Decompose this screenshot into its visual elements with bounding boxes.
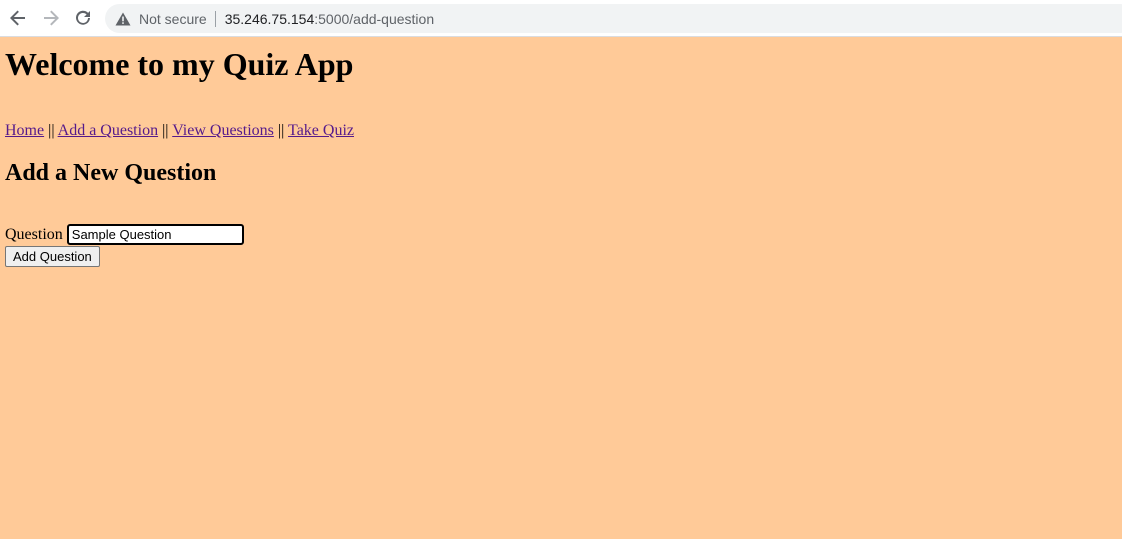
nav-link-take-quiz[interactable]: Take Quiz bbox=[288, 122, 354, 139]
warning-triangle-icon[interactable] bbox=[115, 11, 131, 27]
address-bar[interactable]: Not secure 35.246.75.154:5000/add-questi… bbox=[105, 4, 1122, 33]
question-row: Question bbox=[5, 224, 244, 245]
question-input[interactable] bbox=[66, 224, 244, 245]
address-divider bbox=[214, 10, 216, 27]
nav-separator: || bbox=[44, 122, 58, 139]
question-label: Question bbox=[5, 225, 63, 243]
nav-link-home[interactable]: Home bbox=[5, 122, 44, 139]
url-path[interactable]: :5000/add-question bbox=[314, 11, 434, 27]
url-host[interactable]: 35.246.75.154 bbox=[225, 11, 315, 27]
nav-link-add-question[interactable]: Add a Question bbox=[58, 122, 158, 139]
reload-icon[interactable] bbox=[71, 6, 95, 30]
back-arrow-icon[interactable] bbox=[6, 6, 30, 30]
nav-separator: || bbox=[273, 122, 289, 139]
forward-arrow-icon[interactable] bbox=[39, 6, 63, 30]
nav-separator: || bbox=[158, 122, 173, 139]
browser-toolbar: Not secure 35.246.75.154:5000/add-questi… bbox=[0, 0, 1122, 37]
nav-link-view-questions[interactable]: View Questions bbox=[172, 122, 274, 139]
site-nav: Home || Add a Question || View Questions… bbox=[5, 121, 354, 140]
form-heading: Add a New Question bbox=[5, 160, 217, 186]
page-title: Welcome to my Quiz App bbox=[5, 46, 354, 82]
page-body: Welcome to my Quiz App Home || Add a Que… bbox=[0, 37, 1122, 539]
security-status-label[interactable]: Not secure bbox=[139, 11, 207, 27]
add-question-button[interactable]: Add Question bbox=[5, 246, 100, 267]
